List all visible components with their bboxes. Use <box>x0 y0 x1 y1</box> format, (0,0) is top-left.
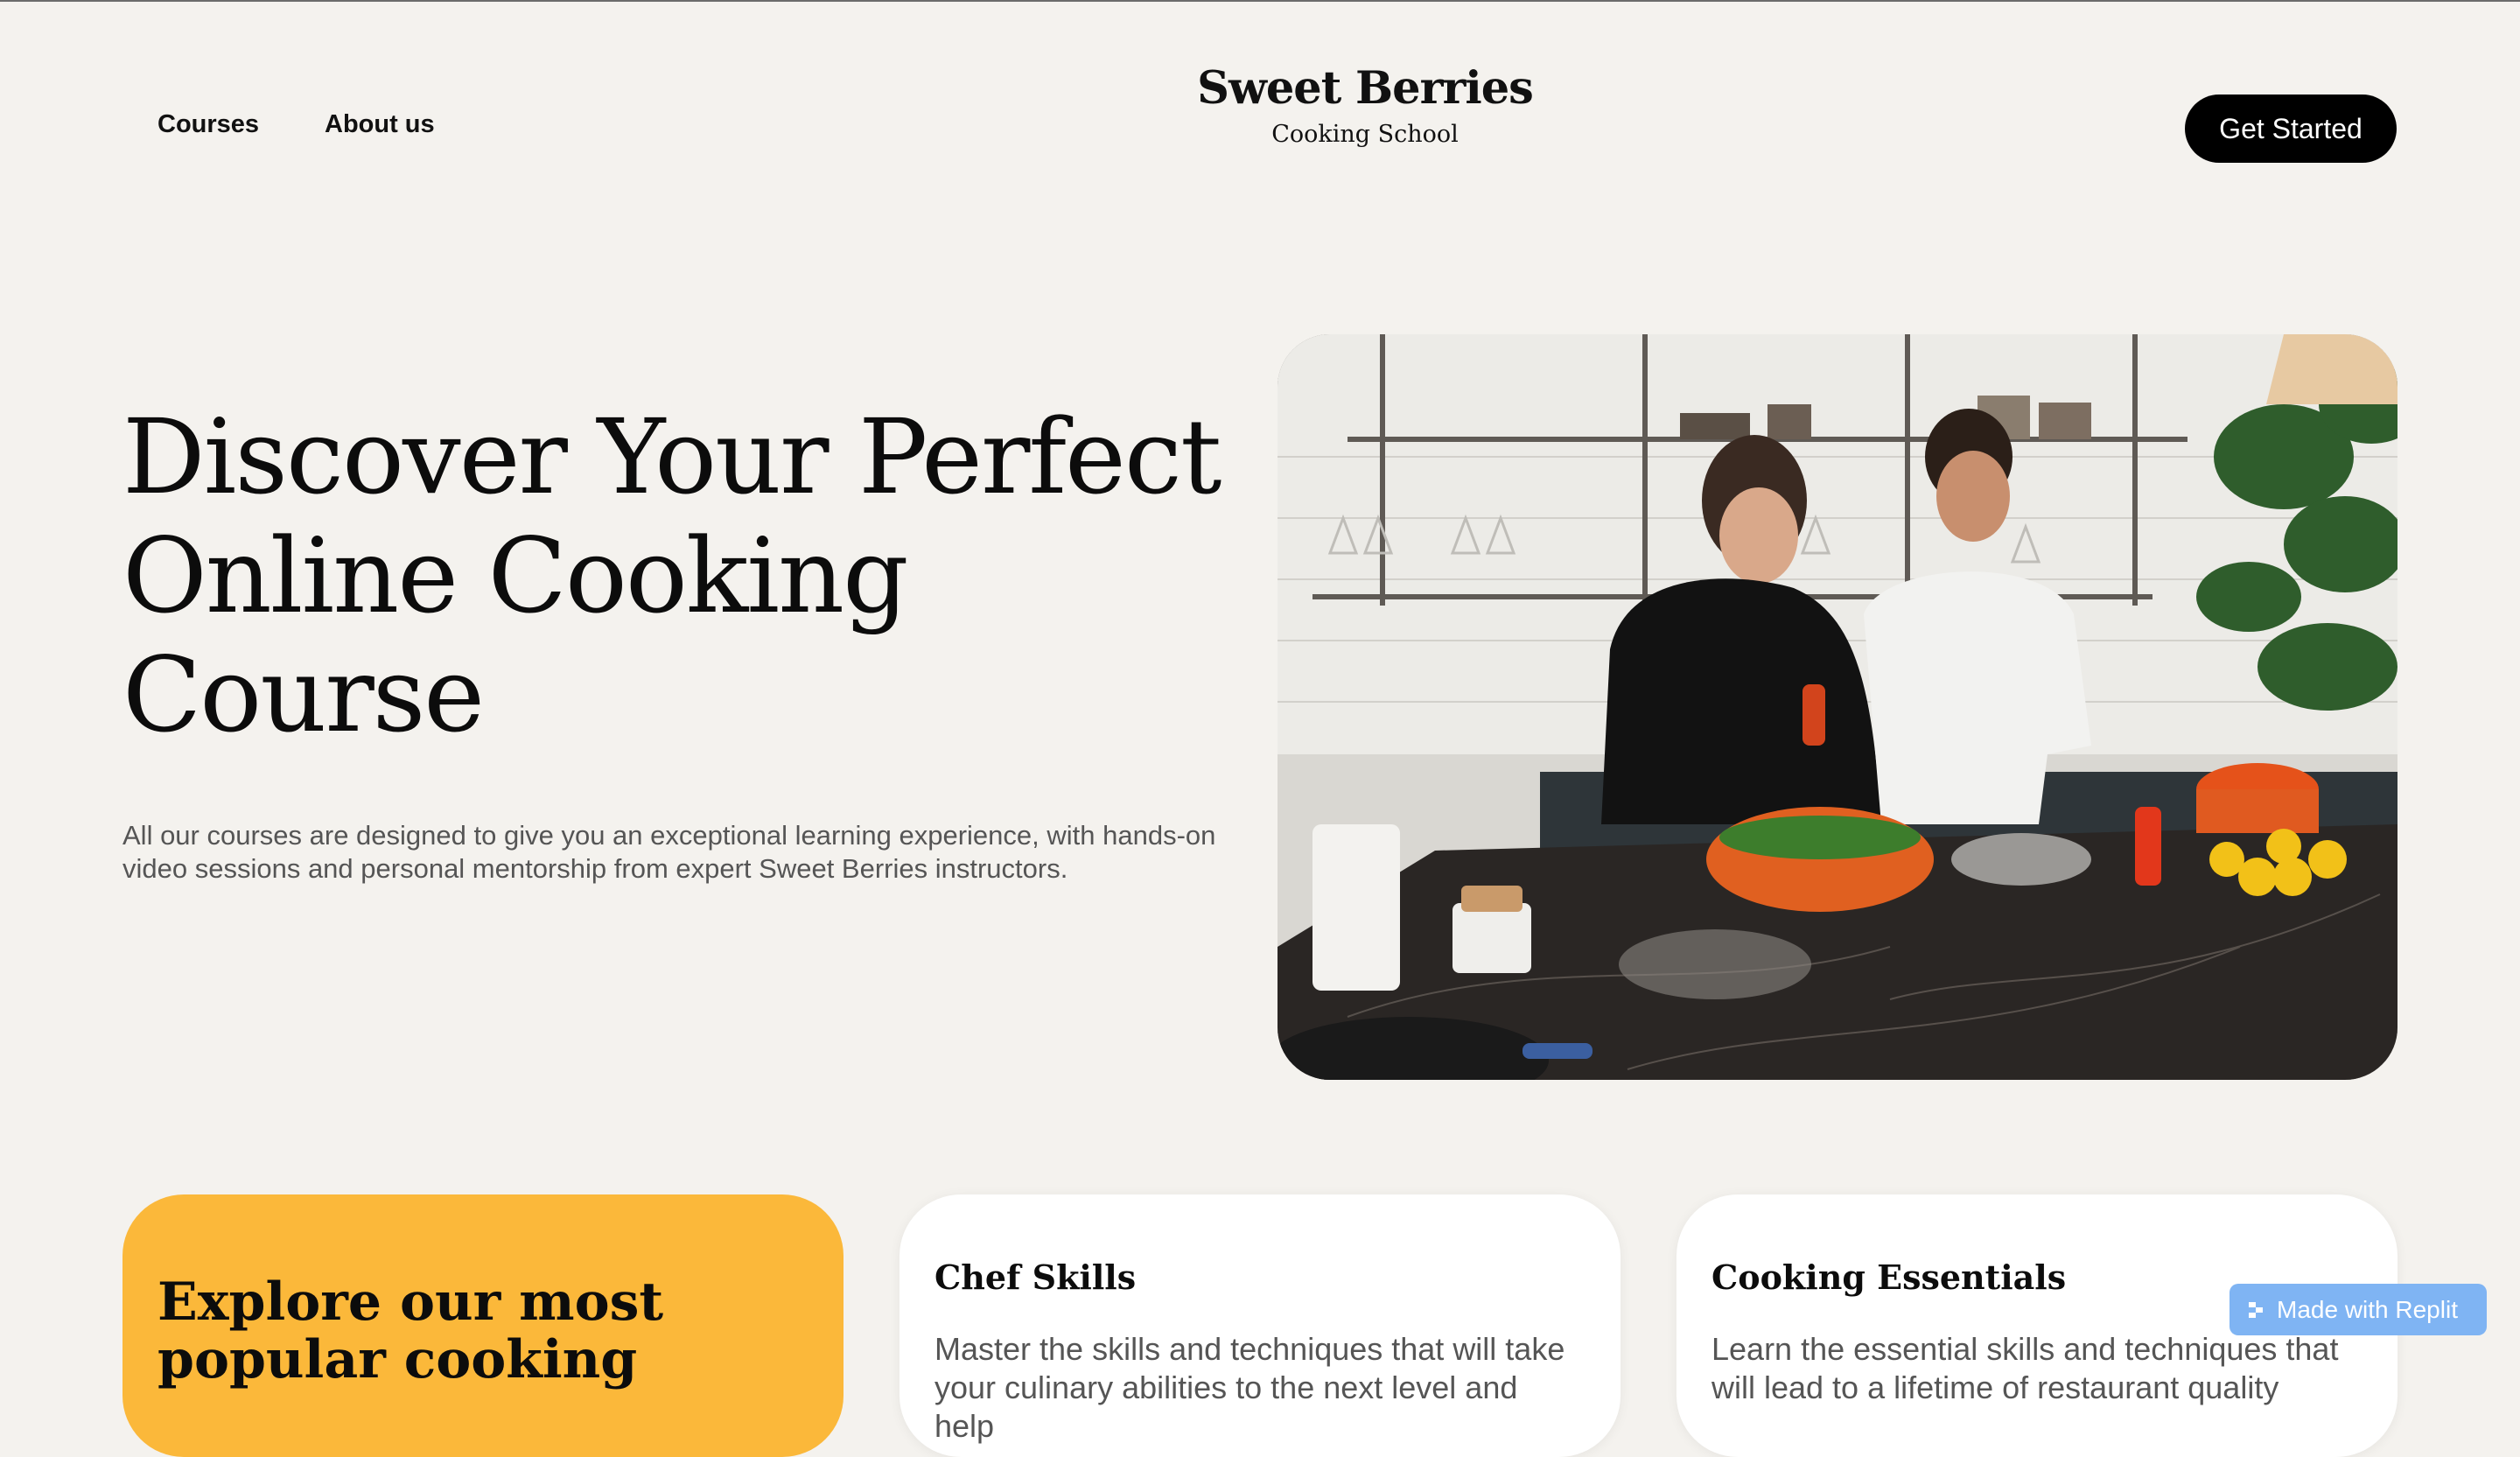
hero-title: Discover Your Perfect Online Cooking Cou… <box>122 396 1222 755</box>
course-card-description: Learn the essential skills and technique… <box>1712 1331 2339 1405</box>
course-card-title: Chef Skills <box>934 1257 1137 1297</box>
replit-badge-label: Made with Replit <box>2277 1295 2458 1323</box>
top-border <box>0 0 2520 2</box>
course-card-title: Cooking Essentials <box>1712 1257 2067 1297</box>
popular-courses-heading: Explore our most popular cooking <box>158 1271 664 1390</box>
hero-image <box>1278 334 2398 1080</box>
made-with-replit-badge[interactable]: Made with Replit <box>2230 1284 2487 1335</box>
nav-about-link[interactable]: About us <box>325 110 435 139</box>
brand-subtitle: Cooking School <box>1271 121 1459 148</box>
course-card-description: Master the skills and techniques that wi… <box>934 1331 1565 1444</box>
popular-courses-card: Explore our most popular cooking <box>122 1194 844 1457</box>
replit-icon <box>2249 1301 2263 1318</box>
hero-description: All our courses are designed to give you… <box>122 820 1216 884</box>
brand-name: Sweet Berries <box>1197 62 1534 115</box>
get-started-button[interactable]: Get Started <box>2185 95 2397 163</box>
course-card-chef-skills[interactable]: Chef Skills Master the skills and techni… <box>900 1194 1620 1457</box>
nav-courses-link[interactable]: Courses <box>158 110 259 139</box>
kitchen-illustration <box>1278 334 2398 1080</box>
brand-logo[interactable]: Sweet Berries Cooking School <box>1085 61 1645 151</box>
